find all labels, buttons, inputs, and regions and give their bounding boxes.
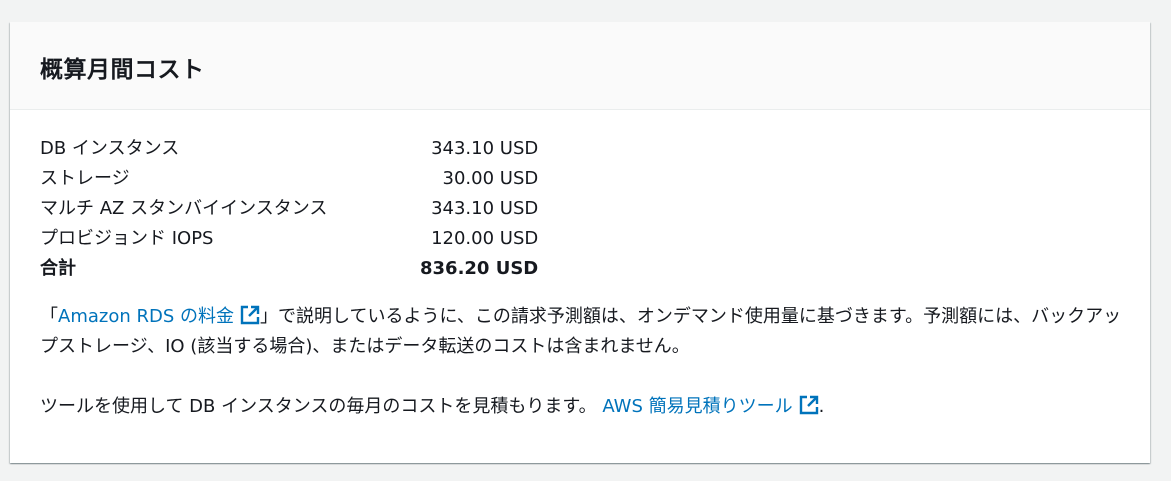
cost-table: DB インスタンス 343.10 USD ストレージ 30.00 USD マルチ… (40, 134, 538, 284)
panel-title: 概算月間コスト (40, 56, 205, 83)
cost-value: 30.00 USD (442, 168, 539, 189)
external-link-icon (240, 305, 260, 325)
cost-row: ストレージ 30.00 USD (40, 164, 538, 194)
external-link-icon (799, 395, 818, 415)
aws-calculator-link[interactable]: AWS 簡易見積りツール (602, 395, 818, 417)
cost-value: 343.10 USD (431, 198, 539, 219)
panel-header: 概算月間コスト (10, 22, 1150, 110)
cost-row: マルチ AZ スタンバイインスタンス 343.10 USD (40, 194, 538, 224)
cost-label: DB インスタンス (40, 138, 180, 159)
tool-note-suffix: . (818, 396, 825, 417)
cost-label: プロビジョンド IOPS (40, 228, 214, 249)
tool-note-text: ツールを使用して DB インスタンスの毎月のコストを見積もります。 (40, 396, 597, 417)
aws-calculator-link-text: AWS 簡易見積りツール (602, 396, 793, 417)
estimated-monthly-cost-panel: 概算月間コスト DB インスタンス 343.10 USD ストレージ 30.00… (10, 22, 1150, 463)
tool-note: ツールを使用して DB インスタンスの毎月のコストを見積もります。 AWS 簡易… (40, 392, 1120, 422)
cost-value: 120.00 USD (431, 228, 539, 249)
cost-label: マルチ AZ スタンバイインスタンス (40, 198, 328, 219)
rds-pricing-link[interactable]: Amazon RDS の料金 (58, 305, 260, 327)
cost-row: プロビジョンド IOPS 120.00 USD (40, 224, 538, 254)
open-bracket: 「 (40, 306, 58, 327)
panel-body: DB インスタンス 343.10 USD ストレージ 30.00 USD マルチ… (10, 110, 1150, 422)
total-label: 合計 (40, 258, 76, 279)
cost-label: ストレージ (40, 168, 130, 189)
total-row: 合計 836.20 USD (40, 254, 538, 284)
pricing-note: 「Amazon RDS の料金 」で説明しているように、この請求予測額は、オンデマ… (40, 302, 1130, 362)
cost-row: DB インスタンス 343.10 USD (40, 134, 538, 164)
total-value: 836.20 USD (420, 258, 539, 279)
rds-pricing-link-text: Amazon RDS の料金 (58, 306, 234, 327)
cost-value: 343.10 USD (431, 138, 539, 159)
